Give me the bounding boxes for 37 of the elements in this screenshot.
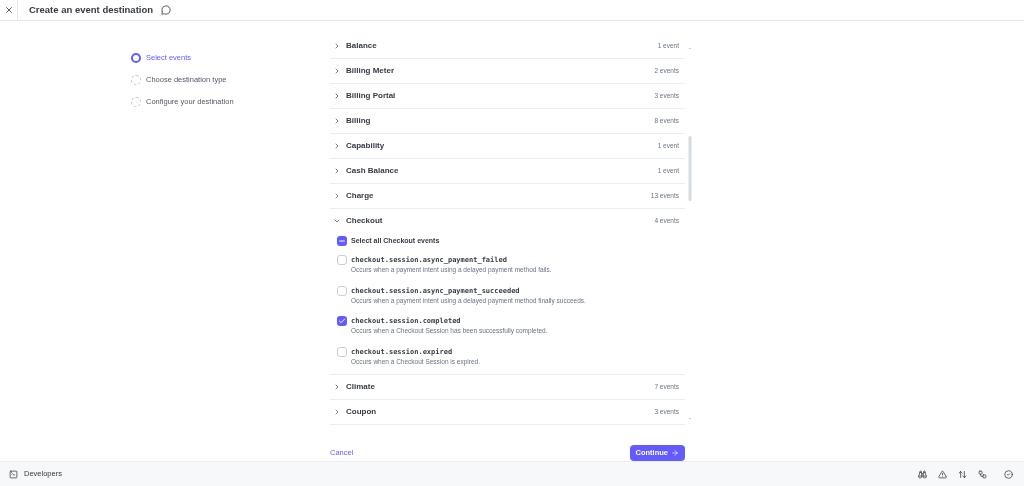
chevron-right-icon bbox=[333, 142, 341, 150]
chevron-right-icon bbox=[333, 92, 341, 100]
category-name: Climate bbox=[346, 381, 375, 393]
category-name: Cash Balance bbox=[346, 165, 399, 177]
chevron-right-icon bbox=[333, 408, 341, 416]
checkbox[interactable] bbox=[337, 255, 347, 265]
binoculars-icon[interactable] bbox=[918, 469, 927, 479]
terminal-icon[interactable] bbox=[9, 469, 18, 479]
chevron-right-icon bbox=[333, 42, 341, 50]
arrow-right-icon bbox=[671, 449, 679, 457]
chevron-right-icon bbox=[333, 167, 341, 175]
warning-icon[interactable] bbox=[938, 469, 947, 479]
category-name: Checkout bbox=[346, 215, 383, 227]
check-icon bbox=[338, 317, 346, 325]
close-icon bbox=[3, 5, 14, 15]
checkbox[interactable] bbox=[337, 236, 347, 246]
category-name: Billing bbox=[346, 115, 371, 127]
checkbox[interactable] bbox=[337, 316, 347, 326]
chevron-right-icon bbox=[333, 383, 341, 391]
comment-icon[interactable] bbox=[161, 5, 172, 15]
category-name: Coupon bbox=[346, 406, 377, 418]
category-name: Balance bbox=[346, 42, 377, 52]
window-title: Create an event destination bbox=[29, 2, 154, 17]
chevron-right-icon bbox=[333, 192, 341, 200]
checkbox[interactable] bbox=[337, 346, 347, 357]
category-name: Charge bbox=[346, 190, 374, 202]
category-name: Capability bbox=[346, 140, 385, 152]
chevron-right-icon bbox=[333, 117, 341, 125]
chevron-right-icon bbox=[333, 67, 341, 75]
chevron-down-icon bbox=[333, 217, 341, 225]
category-name: Billing Meter bbox=[346, 65, 394, 77]
category-name: Billing Portal bbox=[346, 90, 396, 102]
checkbox[interactable] bbox=[337, 285, 347, 296]
minus-icon bbox=[338, 237, 346, 245]
check-circle-icon[interactable] bbox=[1004, 469, 1013, 479]
sort-icon[interactable] bbox=[958, 469, 967, 479]
nodes-icon[interactable] bbox=[978, 469, 987, 479]
